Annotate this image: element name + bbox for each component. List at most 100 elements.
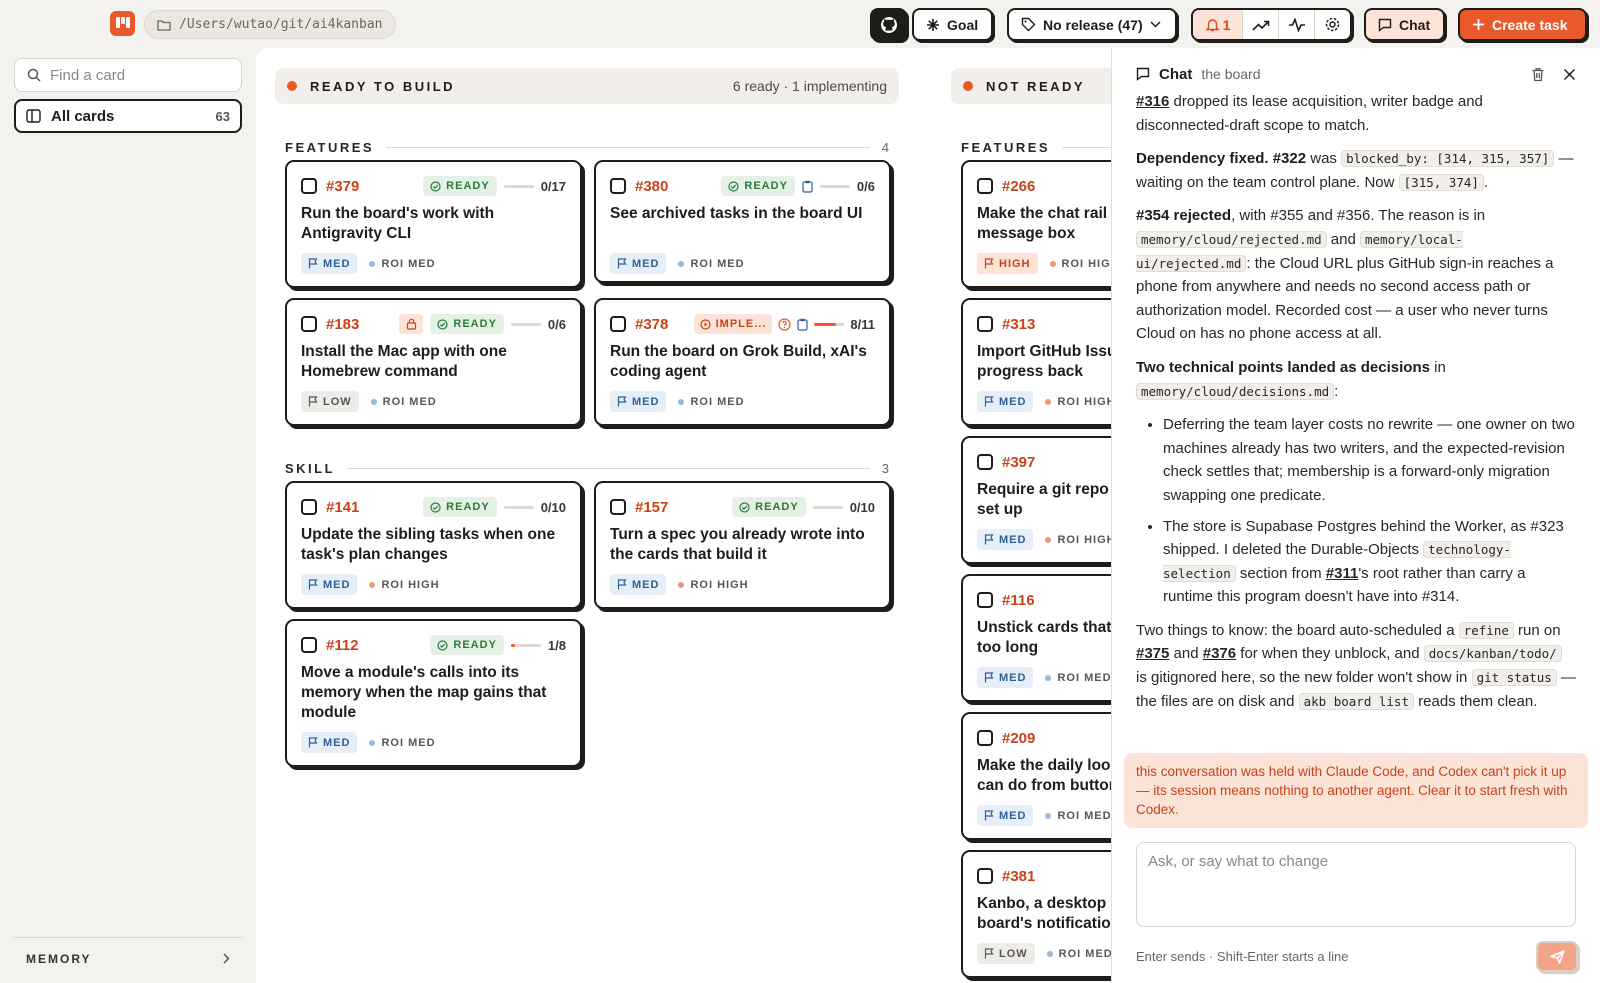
chat-button[interactable]: Chat <box>1364 8 1445 41</box>
chevron-right-icon <box>223 953 230 964</box>
task-card[interactable]: #380 READY 0/6 See archived tasks in the… <box>594 160 891 283</box>
progress-text: 0/6 <box>856 178 875 194</box>
card-checkbox[interactable] <box>977 592 993 608</box>
task-card[interactable]: #157 READY 0/10 Turn a spec you already … <box>594 481 891 609</box>
task-card[interactable]: #313 Import GitHub Issu progress back MED… <box>961 298 1111 426</box>
task-card[interactable]: #381 Kanbo, a desktop p board's notificat… <box>961 850 1111 978</box>
task-card[interactable]: #183 READY 0/6 Install the Mac app with … <box>285 298 582 426</box>
card-checkbox[interactable] <box>301 499 317 515</box>
project-path-text: /Users/wutao/git/ai4kanban <box>179 17 383 32</box>
message-paragraph: #354 rejected, with #355 and #356. The r… <box>1136 204 1576 346</box>
task-link[interactable]: #375 <box>1136 645 1169 662</box>
card-title: Kanbo, a desktop p board's notificatio <box>977 894 1111 934</box>
progress-bar <box>812 505 843 509</box>
task-card[interactable]: #397 Require a git repo v set up MED ROI … <box>961 436 1111 564</box>
priority-text: HIGH <box>999 257 1031 270</box>
text-run: in <box>1429 358 1446 376</box>
task-card[interactable]: #112 READY 1/8 Move a module's calls int… <box>285 619 582 767</box>
check-circle-icon <box>728 180 740 192</box>
roi-badge: ROI HIG <box>1049 257 1111 270</box>
group-label-features: FEATURES <box>961 137 1111 157</box>
status-dot <box>963 81 973 91</box>
text-run: for when they unblock, and <box>1236 645 1424 663</box>
card-title-line: message box <box>977 225 1076 242</box>
task-card[interactable]: #379 READY 0/17 Run the board's work wit… <box>285 160 582 288</box>
send-button[interactable] <box>1536 941 1578 972</box>
progress-bar <box>503 184 534 188</box>
settings-button[interactable] <box>1315 10 1350 39</box>
task-card[interactable]: #378 IMPLE... 8/11 Run the board on Grok… <box>594 298 891 426</box>
card-number: #380 <box>635 177 669 195</box>
card-checkbox[interactable] <box>610 316 626 332</box>
search-box[interactable] <box>14 58 242 92</box>
all-cards-item[interactable]: All cards 63 <box>14 99 242 133</box>
close-icon[interactable] <box>1563 68 1576 81</box>
card-checkbox[interactable] <box>301 178 317 194</box>
chat-input[interactable] <box>1137 843 1575 926</box>
card-checkbox[interactable] <box>977 178 993 194</box>
trash-icon[interactable] <box>1531 67 1545 82</box>
activity-button[interactable] <box>1279 10 1315 39</box>
task-card[interactable]: #209 Make the daily loop can do from butt… <box>961 712 1111 840</box>
play-circle-icon <box>700 318 711 330</box>
card-checkbox[interactable] <box>301 637 317 653</box>
group-count: 3 <box>881 460 889 476</box>
task-link[interactable]: #316 <box>1136 93 1169 110</box>
memory-section[interactable]: MEMORY <box>14 937 242 979</box>
create-task-button[interactable]: Create task <box>1458 8 1587 41</box>
card-title: Make the daily loop can do from buttor <box>977 756 1111 796</box>
status-text: IMPLE... <box>715 318 767 330</box>
trend-button[interactable] <box>1243 10 1279 39</box>
priority-badge: MED <box>301 732 358 753</box>
card-checkbox[interactable] <box>610 499 626 515</box>
roi-text: ROI HIG <box>1061 257 1111 270</box>
card-title: See archived tasks in the board UI <box>610 205 863 222</box>
task-link[interactable]: #311 <box>1326 565 1359 582</box>
priority-text: MED <box>999 809 1027 822</box>
task-link[interactable]: #376 <box>1203 645 1236 662</box>
release-dropdown[interactable]: No release (47) <box>1007 8 1177 41</box>
card-title-line: progress back <box>977 363 1083 380</box>
inline-code: docs/kanban/todo/ <box>1423 645 1562 663</box>
group-title: FEATURES <box>961 139 1051 155</box>
roi-text: ROI MED <box>382 395 437 408</box>
github-button[interactable] <box>870 8 907 41</box>
task-card[interactable]: #266 Make the chat rail a message box HIG… <box>961 160 1111 288</box>
text-run: , with #355 and #356. The reason is in <box>1231 207 1486 225</box>
check-circle-icon <box>739 501 750 513</box>
card-checkbox[interactable] <box>301 316 317 332</box>
clipboard-icon <box>797 318 809 331</box>
status-text: READY <box>453 639 497 651</box>
progress-text: 0/10 <box>849 499 875 515</box>
card-title: Unstick cards that too long <box>977 618 1111 658</box>
activity-icon <box>1288 17 1305 32</box>
card-checkbox[interactable] <box>977 868 993 884</box>
clipboard-icon <box>802 180 813 193</box>
progress-text: 0/6 <box>547 316 566 332</box>
task-card[interactable]: #116 Unstick cards that too long MED ROI … <box>961 574 1111 702</box>
list-item: The store is Supabase Postgres behind th… <box>1163 515 1576 609</box>
flag-icon <box>984 672 994 683</box>
status-badge: READY <box>430 635 504 655</box>
inline-code: [315, 374] <box>1398 173 1484 191</box>
status-text: READY <box>446 180 490 192</box>
card-checkbox[interactable] <box>977 730 993 746</box>
priority-badge: LOW <box>977 943 1035 964</box>
gear-icon <box>1325 17 1340 32</box>
roi-badge: ROI MED <box>369 258 435 270</box>
notifications-button[interactable]: 1 <box>1193 10 1243 39</box>
chat-composer[interactable] <box>1136 842 1576 927</box>
card-checkbox[interactable] <box>977 316 993 332</box>
card-title: Run the board's work with Antigravity CL… <box>301 205 495 242</box>
task-card[interactable]: #141 READY 0/10 Update the sibling tasks… <box>285 481 582 609</box>
github-icon <box>880 16 897 33</box>
search-input[interactable] <box>50 66 220 84</box>
card-title: Move a module's calls into its memory wh… <box>301 664 547 721</box>
project-path[interactable]: /Users/wutao/git/ai4kanban <box>144 10 396 39</box>
flag-icon <box>617 258 627 269</box>
goal-button[interactable]: Goal <box>912 8 993 41</box>
app-logo[interactable] <box>110 11 135 36</box>
card-checkbox[interactable] <box>977 454 993 470</box>
sparkle-icon <box>927 18 939 31</box>
card-checkbox[interactable] <box>610 178 626 194</box>
